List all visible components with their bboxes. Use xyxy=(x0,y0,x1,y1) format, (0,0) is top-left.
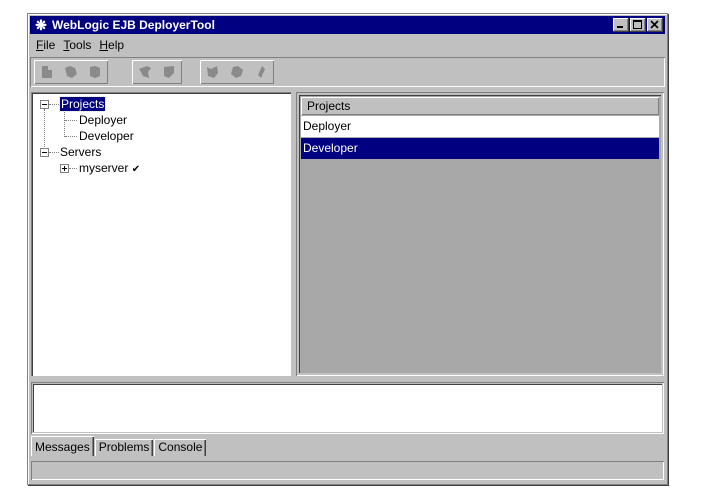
build-icon xyxy=(207,66,218,78)
toolbar-group-file xyxy=(34,60,108,84)
table-row[interactable]: Deployer xyxy=(301,116,659,137)
run-icon xyxy=(258,66,265,78)
menu-file-label: ile xyxy=(43,38,56,52)
deploy-button[interactable] xyxy=(133,60,157,84)
check-icon: ✔ xyxy=(131,164,141,175)
build-button[interactable] xyxy=(201,60,225,84)
validate-icon xyxy=(231,66,243,78)
messages-panel xyxy=(31,382,664,434)
menu-bar: File Tools Help xyxy=(32,36,128,54)
toolbar-group-build xyxy=(200,60,274,84)
project-tree-panel[interactable]: Projects Deployer Developer Servers myse… xyxy=(31,92,291,376)
projects-collapse-toggle[interactable] xyxy=(40,100,49,109)
messages-text-area[interactable] xyxy=(33,384,662,432)
tree-node-developer[interactable]: Developer xyxy=(79,128,134,144)
deploy-icon xyxy=(139,66,151,78)
tree-connector xyxy=(49,104,59,106)
undeploy-icon xyxy=(164,66,174,78)
tree-node-myserver[interactable]: myserver ✔ xyxy=(79,160,140,176)
tree-connector xyxy=(64,112,66,137)
menu-help[interactable]: Help xyxy=(95,36,128,54)
tree-node-myserver-label: myserver xyxy=(79,161,129,175)
tree-node-projects-label: Projects xyxy=(58,96,107,112)
tree-node-deployer[interactable]: Deployer xyxy=(79,112,127,128)
tree-node-projects[interactable]: Projects xyxy=(58,96,107,112)
tab-console[interactable]: Console xyxy=(154,439,207,456)
menu-tools-label: ools xyxy=(69,38,92,52)
toolbar xyxy=(30,57,665,87)
column-header-projects[interactable]: Projects xyxy=(301,97,659,115)
window-title: WebLogic EJB DeployerTool xyxy=(52,18,215,32)
servers-collapse-toggle[interactable] xyxy=(40,148,49,157)
tab-problems[interactable]: Problems xyxy=(94,439,154,456)
window-controls xyxy=(612,18,663,32)
toolbar-group-deploy xyxy=(132,60,182,84)
tab-messages[interactable]: Messages xyxy=(31,436,94,456)
save-button[interactable] xyxy=(83,60,107,84)
table-row-selected[interactable]: Developer xyxy=(301,138,659,159)
projects-table-panel: Projects Deployer Developer xyxy=(296,92,664,376)
open-button[interactable] xyxy=(59,60,83,84)
tree-connector xyxy=(44,109,46,149)
app-icon: ❋ xyxy=(35,17,47,33)
projects-table[interactable]: Projects Deployer Developer xyxy=(299,95,661,373)
minimize-icon xyxy=(617,26,623,28)
app-window: ❋ WebLogic EJB DeployerTool File Tools H… xyxy=(27,13,668,485)
tree-connector xyxy=(69,168,77,170)
validate-button[interactable] xyxy=(225,60,249,84)
close-button[interactable] xyxy=(647,18,663,32)
minimize-button[interactable] xyxy=(613,18,629,32)
tree-node-servers[interactable]: Servers xyxy=(60,144,101,160)
open-icon xyxy=(65,66,77,78)
bottom-tabs: Messages Problems Console xyxy=(31,436,207,456)
myserver-expand-toggle[interactable] xyxy=(60,164,69,173)
tree-connector xyxy=(65,120,77,122)
menu-file[interactable]: File xyxy=(32,36,59,54)
menu-help-label: elp xyxy=(108,38,125,52)
close-icon xyxy=(650,20,659,29)
maximize-icon xyxy=(633,20,642,29)
tree-connector xyxy=(65,136,77,138)
menu-help-mnemonic: H xyxy=(99,38,109,52)
run-button[interactable] xyxy=(249,60,273,84)
status-bar xyxy=(31,461,664,480)
menu-tools[interactable]: Tools xyxy=(59,36,95,54)
undeploy-button[interactable] xyxy=(157,60,181,84)
tree-connector xyxy=(49,152,59,154)
new-icon xyxy=(42,66,52,78)
new-button[interactable] xyxy=(35,60,59,84)
title-bar[interactable]: ❋ WebLogic EJB DeployerTool xyxy=(30,16,665,34)
save-icon xyxy=(90,66,100,78)
maximize-button[interactable] xyxy=(630,18,646,32)
